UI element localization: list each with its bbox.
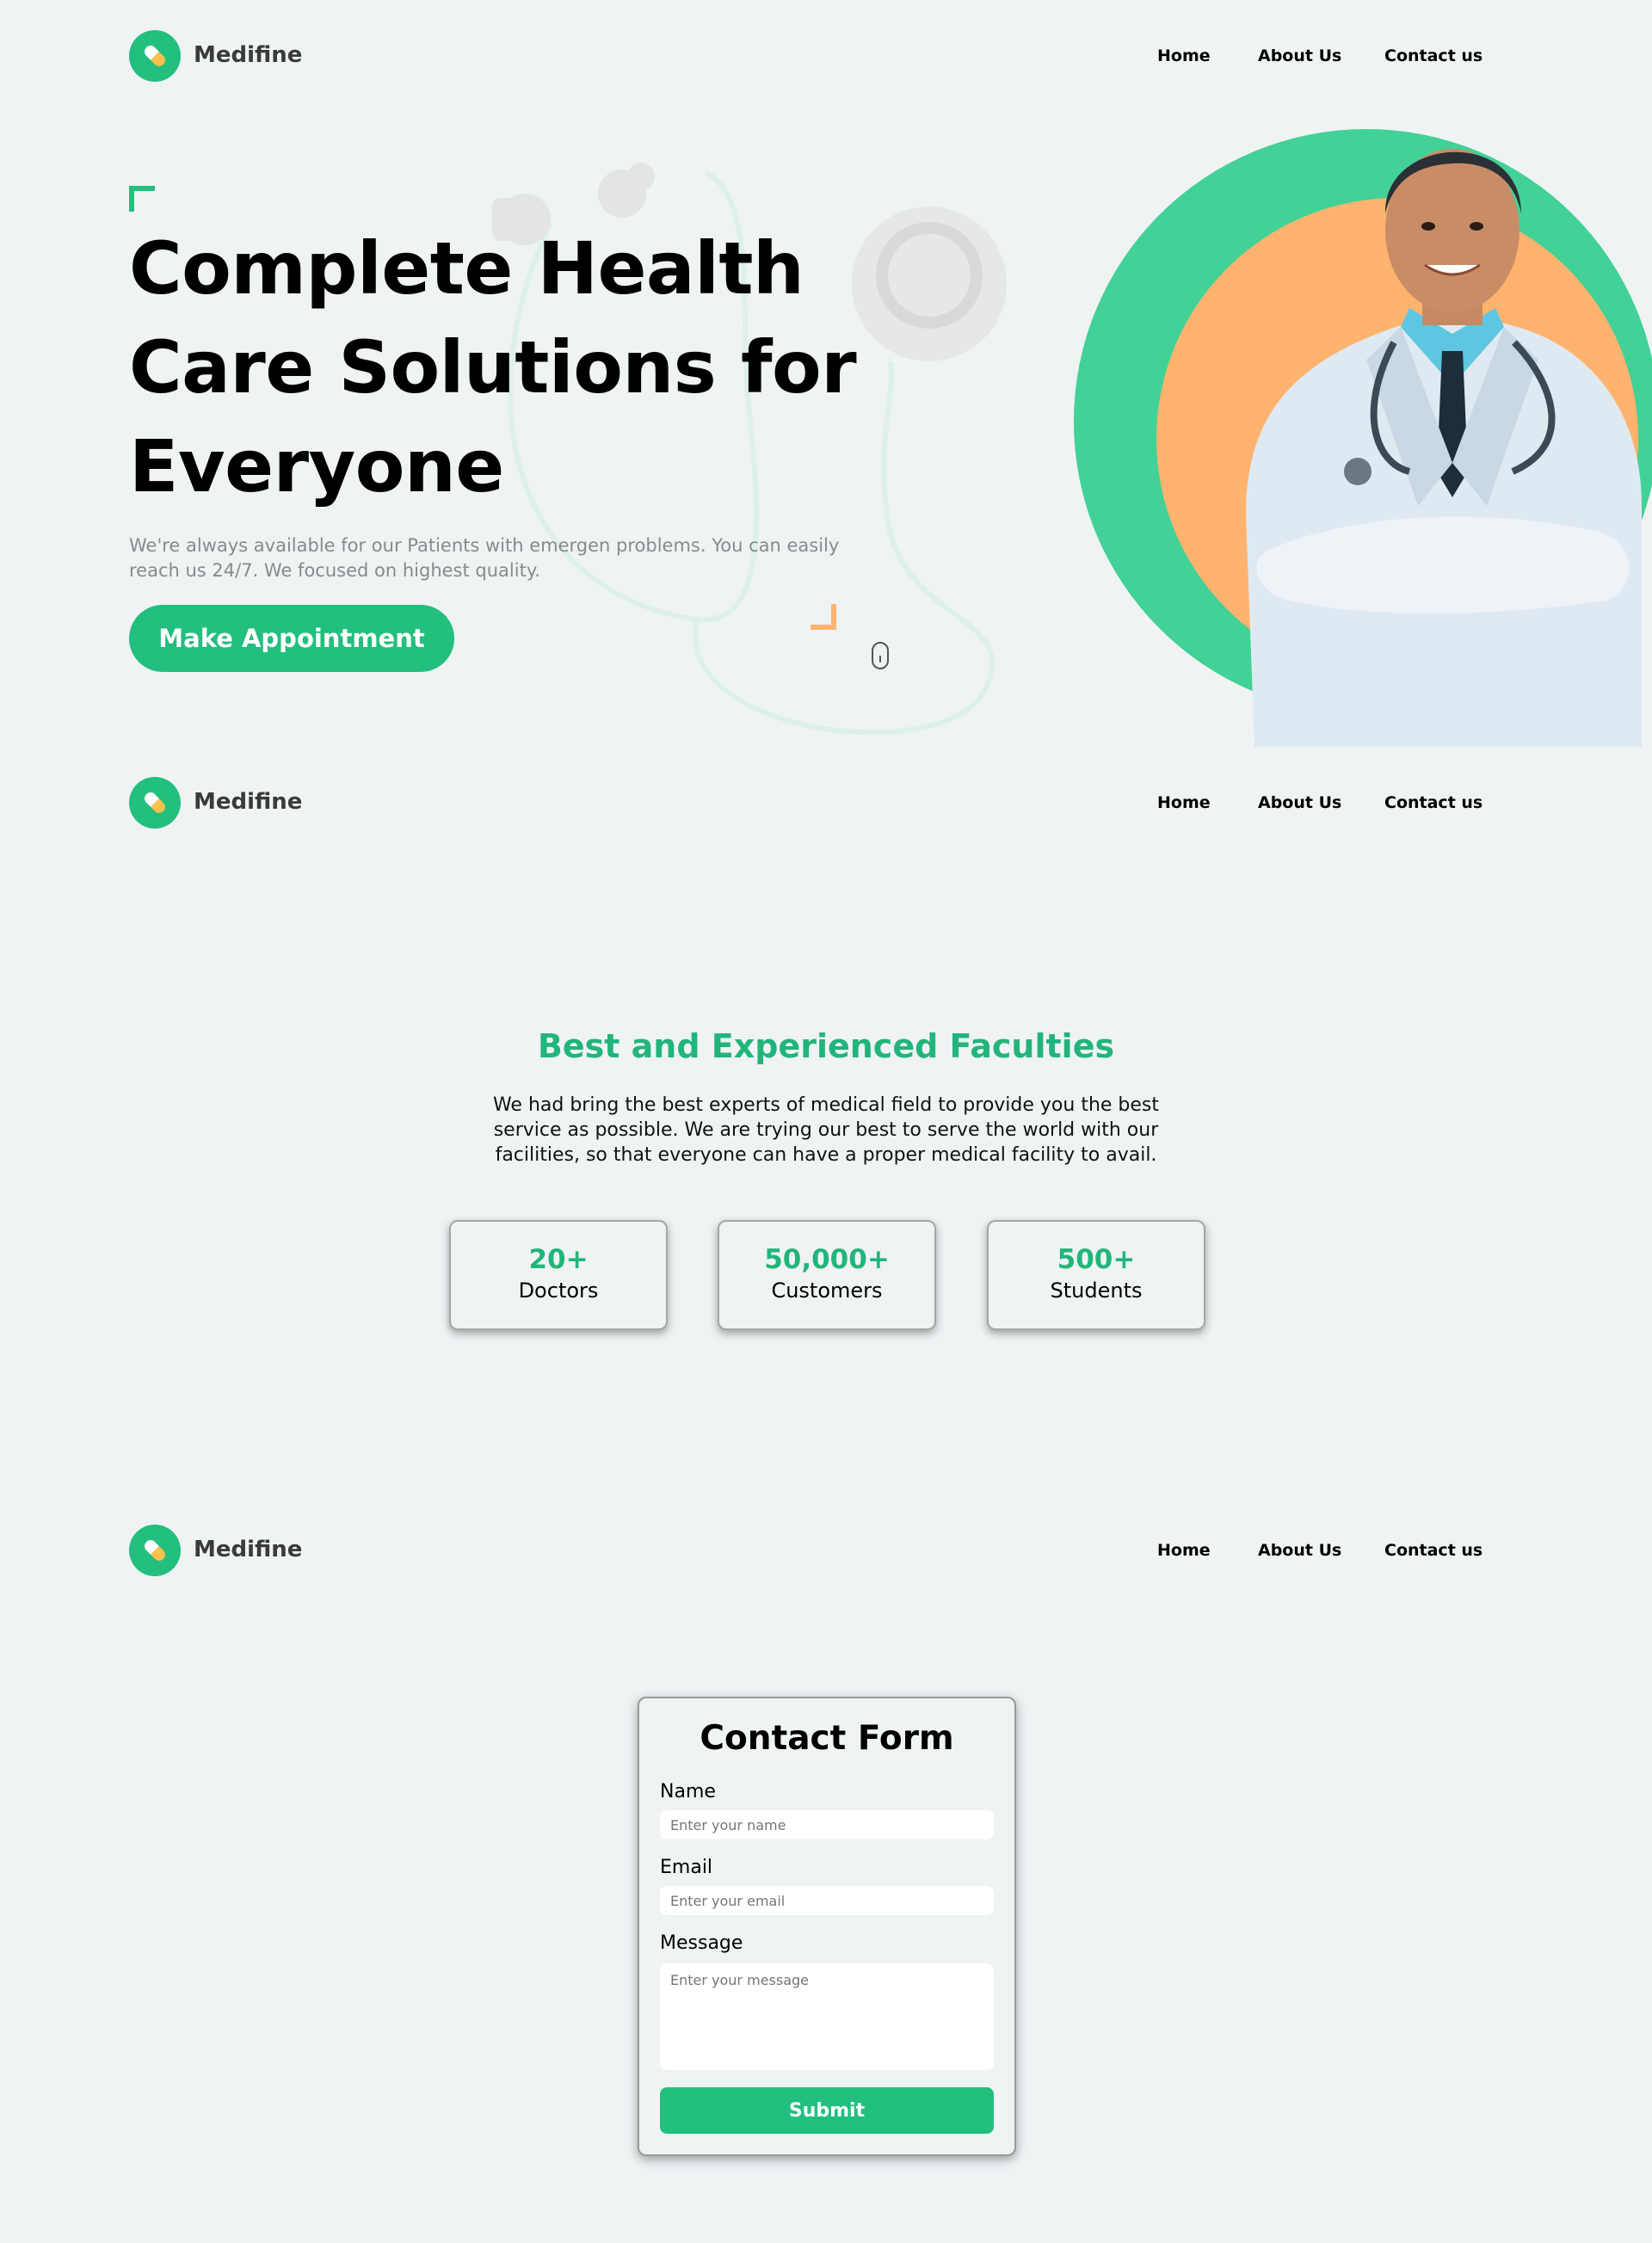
stat-label: Doctors [518,1279,599,1303]
faculties-description: We had bring the best experts of medical… [492,1094,1160,1166]
stat-label: Customers [771,1279,883,1303]
site-header-2: Medifine Home About Us Contact us [129,777,1482,829]
doctor-portrait-icon [1246,149,1642,747]
stat-card-students: 500+ Students [987,1220,1205,1330]
message-textarea[interactable] [660,1963,994,2070]
name-input[interactable] [660,1810,994,1839]
brand-name[interactable]: Medifine [194,42,302,68]
nav-about-link[interactable]: About Us [1258,1541,1341,1560]
contact-form-card: Contact Form Name Email Message Submit [638,1697,1016,2156]
submit-button[interactable]: Submit [660,2087,994,2134]
corner-accent-orange [811,604,836,630]
faculties-title: Best and Experienced Faculties [537,1027,1115,1065]
nav-home-link[interactable]: Home [1157,1541,1211,1560]
brand-name[interactable]: Medifine [194,789,302,815]
stat-value: 20+ [528,1244,589,1275]
corner-accent-green [129,186,155,212]
stat-label: Students [1050,1279,1143,1303]
hero-title: Complete Health Care Solutions for Every… [129,219,857,516]
make-appointment-button[interactable]: Make Appointment [129,605,454,672]
nav-about-link[interactable]: About Us [1258,793,1341,812]
hero-subtitle: We're always available for our Patients … [129,535,840,581]
hero-title-line-3: Everyone [129,424,504,508]
stat-value: 50,000+ [764,1244,890,1275]
nav-home-link[interactable]: Home [1157,793,1211,812]
stat-value: 500+ [1057,1244,1136,1275]
nav-contact-link[interactable]: Contact us [1384,46,1482,65]
nav-contact-link[interactable]: Contact us [1384,1541,1482,1560]
nav-about-link[interactable]: About Us [1258,46,1341,65]
logo-pill-icon[interactable] [129,30,181,82]
stat-card-doctors: 20+ Doctors [449,1220,668,1330]
hero-doctor-illustration [1074,102,1652,747]
nav-contact-link[interactable]: Contact us [1384,793,1482,812]
stat-card-customers: 50,000+ Customers [718,1220,936,1330]
scroll-mouse-icon[interactable] [872,642,889,669]
logo-pill-icon[interactable] [129,1525,181,1576]
site-header-3: Medifine Home About Us Contact us [129,1525,1482,1576]
brand-name[interactable]: Medifine [194,1537,302,1562]
email-input[interactable] [660,1886,994,1915]
name-label: Name [660,1781,716,1802]
site-header: Medifine Home About Us Contact us [129,30,1482,82]
logo-pill-icon[interactable] [129,777,181,829]
contact-form-title: Contact Form [700,1719,954,1758]
hero-title-line-2: Care Solutions for [129,325,857,410]
nav-home-link[interactable]: Home [1157,46,1211,65]
email-label: Email [660,1857,713,1878]
message-label: Message [660,1932,743,1954]
hero-title-line-1: Complete Health [129,226,804,311]
